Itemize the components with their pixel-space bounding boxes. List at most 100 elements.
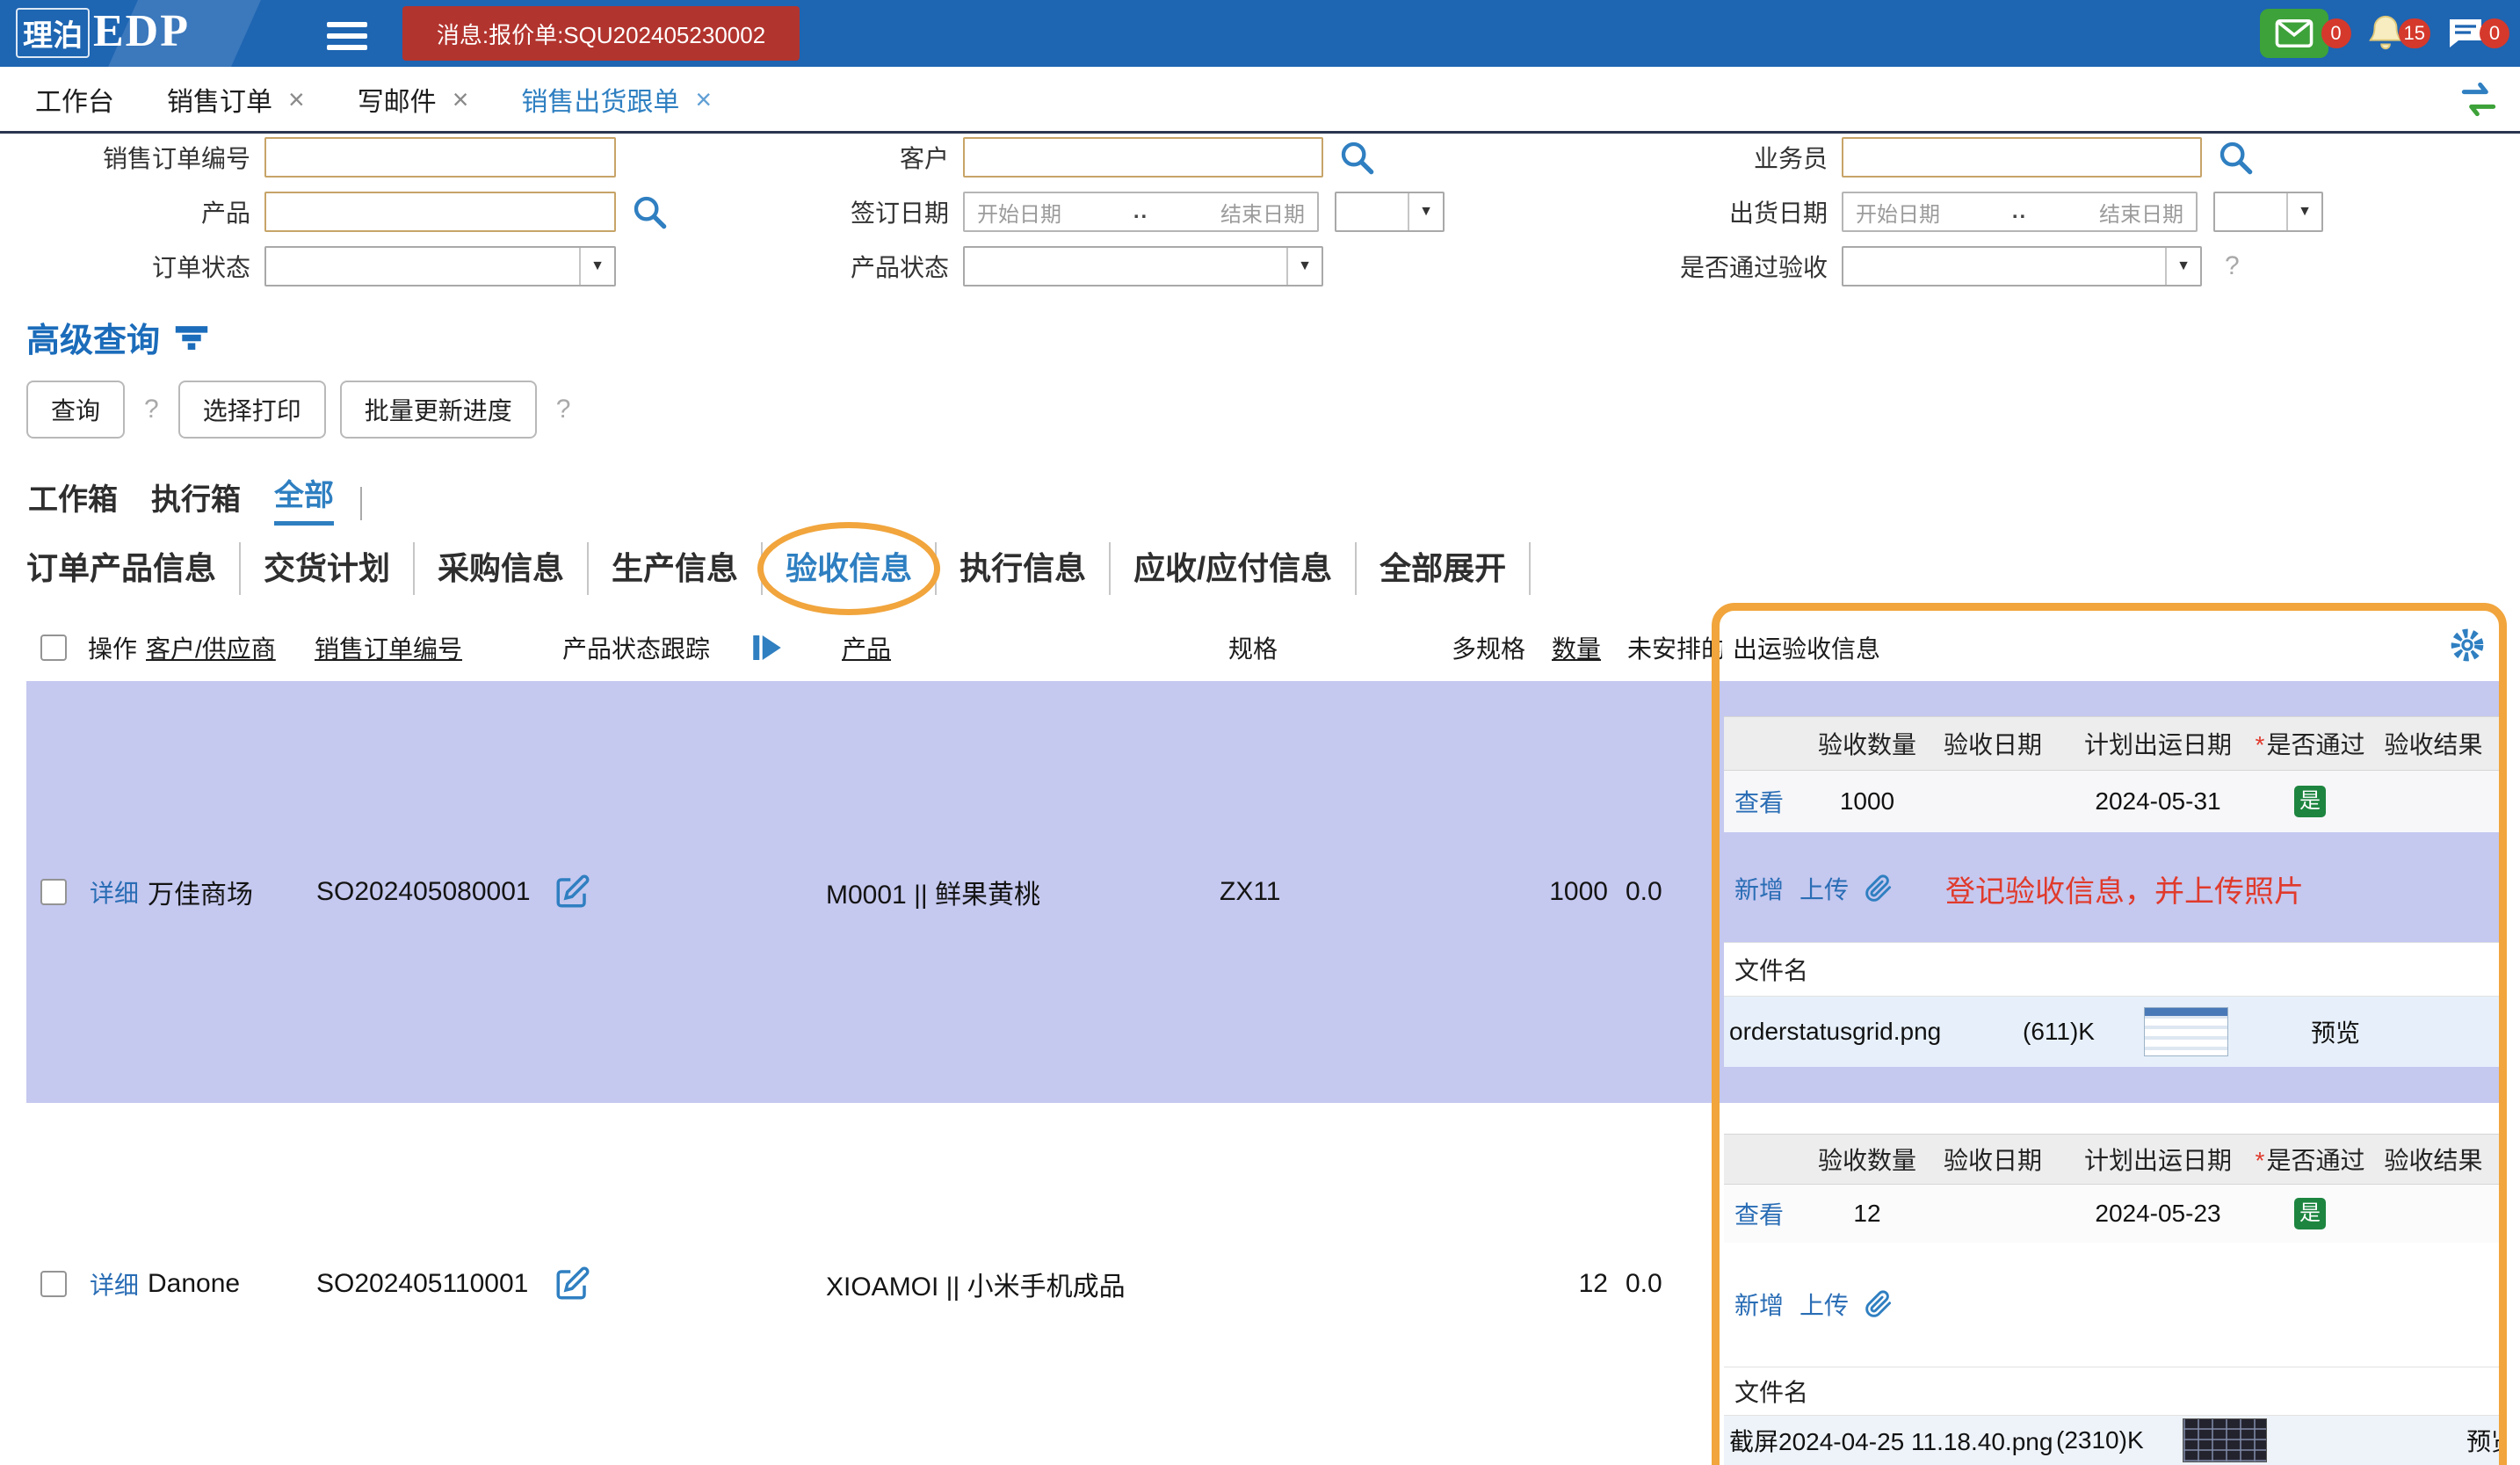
acceptance-panel: 验收数量 验收日期 计划出运日期 *是否通过 验收结果 查看 1000 2024… [1724,681,2500,1465]
advanced-query-toggle[interactable]: 高级查询 [26,313,209,361]
product-input[interactable] [264,192,616,232]
preview-link[interactable]: 预览 [2466,1423,2500,1458]
filter-label: 销售订单编号 [26,140,250,175]
pass-badge: 是 [2294,786,2326,817]
filter-label: 签订日期 [826,194,949,229]
acceptance-select[interactable]: ▼ [1842,246,2202,286]
tab-bar: 工作台 销售订单 × 写邮件 × 销售出货跟单 × [0,67,2520,134]
customer-input[interactable] [963,137,1323,178]
ship-date-mode-select[interactable]: ▼ [2213,192,2323,232]
col-customer-supplier[interactable]: 客户/供应商 [146,630,276,665]
close-icon[interactable]: × [695,85,712,113]
salesman-input[interactable] [1842,137,2202,178]
query-button[interactable]: 查询 [26,381,125,439]
section-tab-execution-info[interactable]: 执行信息 [937,542,1111,595]
close-icon[interactable]: × [288,85,305,113]
tab-label: 销售订单 [167,80,272,119]
row-checkbox[interactable] [40,1271,67,1297]
view-tabs: 工作箱 执行箱 全部 [28,475,362,526]
col-sales-order-no[interactable]: 销售订单编号 [315,630,462,665]
add-link[interactable]: 新增 [1734,1287,1784,1322]
help-icon[interactable]: ? [144,395,159,424]
view-tab-workbox[interactable]: 工作箱 [28,475,118,526]
col-qty[interactable]: 数量 [1552,630,1601,665]
help-icon[interactable]: ? [2225,251,2240,281]
tab-write-email[interactable]: 写邮件 × [331,67,496,131]
tab-sales-order[interactable]: 销售订单 × [141,67,331,131]
file-thumbnail[interactable] [2144,1007,2228,1056]
gear-icon[interactable] [2450,627,2485,663]
col-product[interactable]: 产品 [842,630,891,665]
acc-qty: 12 [1812,1200,1923,1228]
acc-col-qty: 验收数量 [1812,726,1923,761]
logo-en-text: EDP [93,5,190,57]
view-tab-all[interactable]: 全部 [274,471,334,526]
batch-update-progress-button[interactable]: 批量更新进度 [340,381,537,439]
row-checkbox[interactable] [40,879,67,905]
app-logo[interactable]: 理泊 EDP [16,5,190,58]
section-tab-label: 执行信息 [959,550,1086,586]
notification-button[interactable]: 15 [2365,11,2430,55]
section-tabs: 订单产品信息 交货计划 采购信息 生产信息 验收信息 执行信息 应收/应付信息 … [26,538,1531,599]
upload-link[interactable]: 上传 [1799,871,1849,906]
section-tab-label: 应收/应付信息 [1133,550,1332,586]
help-icon[interactable]: ? [556,395,571,424]
file-name-header: 文件名 [1724,942,2500,997]
search-icon[interactable] [632,194,667,229]
chat-button[interactable]: 0 [2444,12,2509,54]
view-link[interactable]: 查看 [1724,1196,1784,1231]
preview-link[interactable]: 预览 [2311,1014,2360,1049]
upload-link[interactable]: 上传 [1799,1287,1849,1322]
customer-cell: 万佳商场 [148,873,253,911]
product-status-select[interactable]: ▼ [963,246,1323,286]
section-tab-order-product-info[interactable]: 订单产品信息 [26,542,241,595]
search-icon[interactable] [1339,140,1374,175]
edit-icon[interactable] [554,874,590,910]
paperclip-icon[interactable] [1865,874,1893,903]
edit-icon[interactable] [554,1266,590,1302]
step-forward-icon[interactable] [749,629,786,666]
filter-order-status: 订单状态 ▼ [26,244,616,288]
message-banner[interactable]: 消息:报价单:SQU202405230002 [402,6,800,61]
section-tab-production-info[interactable]: 生产信息 [589,542,763,595]
detail-link[interactable]: 详细 [90,1266,139,1302]
detail-link[interactable]: 详细 [90,874,139,910]
order-no-input[interactable] [264,137,616,178]
acc-col-pass: *是否通过 [2253,726,2367,761]
acc-col-plan-date: 计划出运日期 [2063,726,2253,761]
file-name-header: 文件名 [1724,1367,2500,1416]
file-name: orderstatusgrid.png [1729,1018,1941,1046]
tab-label: 工作台 [35,80,114,119]
file-row: orderstatusgrid.png (611)K 预览 [1724,997,2500,1067]
close-icon[interactable]: × [453,85,469,113]
select-all-checkbox[interactable] [40,635,67,661]
table-header: 操作 客户/供应商 销售订单编号 产品状态跟踪 产品 规格 多规格 数量 未安排… [0,613,2520,681]
tab-sales-shipment-tracking[interactable]: 销售出货跟单 × [495,67,738,131]
tab-workbench[interactable]: 工作台 [9,67,141,131]
refresh-icon[interactable] [2457,77,2501,121]
ship-date-range[interactable]: 开始日期 .. 结束日期 [1842,192,2198,232]
view-link[interactable]: 查看 [1724,784,1784,819]
filter-label: 是否通过验收 [1678,249,1828,284]
menu-icon[interactable] [327,16,367,56]
sign-date-range[interactable]: 开始日期 .. 结束日期 [963,192,1319,232]
view-tab-executionbox[interactable]: 执行箱 [151,475,241,526]
file-thumbnail[interactable] [2183,1418,2267,1462]
filter-product-status: 产品状态 ▼ [826,244,1323,288]
paperclip-icon[interactable] [1865,1290,1893,1318]
section-tab-acceptance-info[interactable]: 验收信息 [763,542,937,595]
filter-product: 产品 [26,190,667,234]
section-tab-receivable-payable[interactable]: 应收/应付信息 [1111,542,1357,595]
select-print-button[interactable]: 选择打印 [178,381,326,439]
section-tab-expand-all[interactable]: 全部展开 [1357,542,1531,595]
section-tab-purchase-info[interactable]: 采购信息 [415,542,589,595]
add-link[interactable]: 新增 [1734,871,1784,906]
sign-date-mode-select[interactable]: ▼ [1335,192,1445,232]
col-multi-spec: 多规格 [1452,630,1525,665]
order-status-select[interactable]: ▼ [264,246,616,286]
mail-button[interactable]: 0 [2260,9,2351,58]
filter-order-no: 销售订单编号 [26,135,616,179]
search-icon[interactable] [2218,140,2253,175]
product-cell: XIOAMOI || 小米手机成品 [826,1265,1126,1303]
section-tab-delivery-plan[interactable]: 交货计划 [241,542,415,595]
